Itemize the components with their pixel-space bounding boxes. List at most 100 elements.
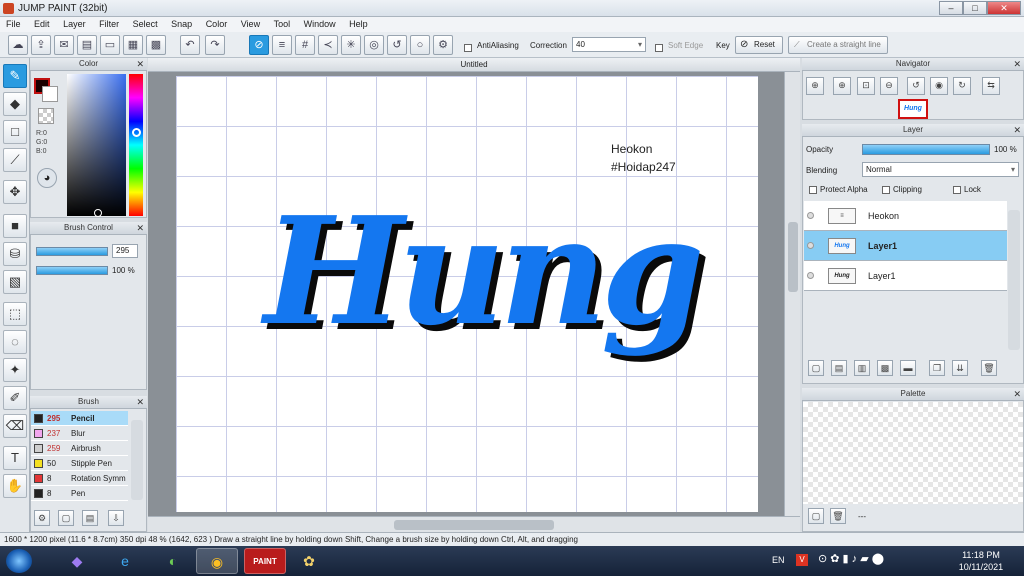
new-palette-icon[interactable]: ▢: [808, 508, 824, 524]
snap-settings-icon[interactable]: ⚙: [433, 35, 453, 55]
protect-alpha-checkbox[interactable]: Protect Alpha: [809, 185, 868, 194]
soft-edge-checkbox[interactable]: [655, 42, 666, 52]
navigator-preview[interactable]: Hung: [898, 99, 928, 119]
snap-parallel-icon[interactable]: ≡: [272, 35, 292, 55]
visual-studio-icon[interactable]: ◆: [56, 548, 98, 574]
bucket-tool-icon[interactable]: ⛁: [3, 242, 27, 266]
flip-horizontal-icon[interactable]: ⇆: [982, 77, 1000, 95]
sv-cursor[interactable]: [94, 209, 102, 217]
fit-view-icon[interactable]: ⊡: [857, 77, 875, 95]
snap-ellipse-icon[interactable]: ○: [410, 35, 430, 55]
transparent-swatch[interactable]: [38, 108, 54, 124]
chrome-icon[interactable]: ◉: [196, 548, 238, 574]
jump-paint-icon[interactable]: PAINT: [244, 548, 286, 574]
brush-list-scrollbar[interactable]: [131, 420, 143, 500]
brush-item-rotation-symm[interactable]: 8 Rotation Symm: [31, 471, 128, 486]
zoom-out-icon[interactable]: ⊖: [880, 77, 898, 95]
brush-item-stipple-pen[interactable]: 50 Stipple Pen: [31, 456, 128, 471]
close-icon[interactable]: ✕: [1013, 58, 1021, 70]
lasso-tool-icon[interactable]: ◌: [3, 330, 27, 354]
new-layer-icon[interactable]: ▢: [808, 360, 824, 376]
line-tool-icon[interactable]: ⟋: [3, 148, 27, 172]
lock-checkbox[interactable]: Lock: [953, 185, 981, 194]
visibility-icon[interactable]: [807, 212, 814, 219]
menu-window[interactable]: Window: [298, 17, 341, 29]
canvas-horizontal-scrollbar[interactable]: [148, 516, 800, 532]
brush-item-blur[interactable]: 237 Blur: [31, 426, 128, 441]
snap-circle-icon[interactable]: ◎: [364, 35, 384, 55]
palette-swatch-area[interactable]: [803, 402, 1023, 504]
brush-item-pen[interactable]: 8 Pen: [31, 486, 128, 501]
new-folder-icon[interactable]: ▬: [900, 360, 916, 376]
menu-layer[interactable]: Layer: [57, 17, 91, 29]
document-icon[interactable]: ▭: [100, 35, 120, 55]
layout-icon[interactable]: ▦: [123, 35, 143, 55]
hand-tool-icon[interactable]: ✋: [3, 474, 27, 498]
close-icon[interactable]: ✕: [1013, 124, 1021, 136]
language-indicator[interactable]: EN: [772, 555, 785, 565]
new-layer-1bit-icon[interactable]: ▥: [854, 360, 870, 376]
correction-dropdown[interactable]: 40 ▾: [572, 37, 646, 52]
duplicate-layer-icon[interactable]: ❐: [929, 360, 945, 376]
redo-icon[interactable]: ↷: [205, 35, 225, 55]
menu-color[interactable]: Color: [200, 17, 233, 29]
color-picker-icon[interactable]: ◕: [37, 168, 57, 188]
snap-off-icon[interactable]: ⊘: [249, 35, 269, 55]
layer-list-scrollbar[interactable]: [1008, 210, 1020, 350]
paint-palette-icon[interactable]: ✿: [288, 548, 330, 574]
layer-row-layer1-selected[interactable]: Hung Layer1: [804, 231, 1007, 261]
text-tool-icon[interactable]: T: [3, 446, 27, 470]
document-tab[interactable]: Untitled: [148, 58, 800, 72]
clipping-checkbox[interactable]: Clipping: [882, 185, 922, 194]
menu-snap[interactable]: Snap: [165, 17, 197, 29]
layer-opacity-slider[interactable]: [862, 144, 990, 155]
menu-edit[interactable]: Edit: [28, 17, 55, 29]
eraser-tool-icon[interactable]: ◆: [3, 92, 27, 116]
saturation-value-picker[interactable]: [67, 74, 126, 216]
move-tool-icon[interactable]: ✥: [3, 180, 27, 204]
grid-settings-icon[interactable]: ▩: [146, 35, 166, 55]
snap-grid-icon[interactable]: #: [295, 35, 315, 55]
comment-icon[interactable]: ✉: [54, 35, 74, 55]
rectangle-tool-icon[interactable]: □: [3, 120, 27, 144]
new-halftone-layer-icon[interactable]: ▩: [877, 360, 893, 376]
rotate-left-icon[interactable]: ↺: [907, 77, 925, 95]
rotate-right-icon[interactable]: ↻: [953, 77, 971, 95]
hue-cursor[interactable]: [132, 128, 141, 137]
coccoc-browser-icon[interactable]: ◐: [152, 548, 194, 574]
brush-tool-icon[interactable]: ✎: [3, 64, 27, 88]
visibility-icon[interactable]: [807, 242, 814, 249]
scroll-thumb[interactable]: [788, 222, 798, 292]
brush-item-airbrush[interactable]: 259 Airbrush: [31, 441, 128, 456]
select-pen-tool-icon[interactable]: ✐: [3, 386, 27, 410]
fill-rect-tool-icon[interactable]: ■: [3, 214, 27, 238]
menu-filter[interactable]: Filter: [93, 17, 124, 29]
cloud-icon[interactable]: ☁: [8, 35, 28, 55]
internet-explorer-icon[interactable]: e: [104, 548, 146, 574]
menu-help[interactable]: Help: [343, 17, 373, 29]
brush-import-icon[interactable]: ⇩: [108, 510, 124, 526]
select-eraser-tool-icon[interactable]: ⌫: [3, 414, 27, 438]
start-button[interactable]: [6, 549, 32, 573]
vietkey-icon[interactable]: V: [796, 554, 808, 566]
canvas-paper[interactable]: Heokon #Hoidap247 Hung: [176, 76, 758, 512]
menu-select[interactable]: Select: [127, 17, 163, 29]
background-color-swatch[interactable]: [42, 86, 58, 102]
brush-item-pencil[interactable]: 295 Pencil: [31, 411, 128, 426]
close-button[interactable]: ✕: [987, 1, 1021, 15]
copy-brush-icon[interactable]: ▤: [82, 510, 98, 526]
gradient-tool-icon[interactable]: ▧: [3, 270, 27, 294]
canvas-vertical-scrollbar[interactable]: [784, 72, 800, 516]
merge-layer-icon[interactable]: ⇊: [952, 360, 968, 376]
undo-icon[interactable]: ↶: [180, 35, 200, 55]
layer-row-heokon[interactable]: ≡ Heokon: [804, 201, 1007, 231]
create-straight-line-button[interactable]: ⟋ Create a straight line: [788, 36, 888, 54]
brush-size-slider[interactable]: [36, 247, 108, 256]
close-icon[interactable]: ✕: [1013, 388, 1021, 400]
close-icon[interactable]: ✕: [136, 58, 144, 70]
tray-icons[interactable]: ⊙ ✿ ▮ ♪ ▰ ⬤: [818, 552, 884, 565]
brush-opacity-slider[interactable]: [36, 266, 108, 275]
select-rect-tool-icon[interactable]: ⬚: [3, 302, 27, 326]
delete-palette-icon[interactable]: 🗑: [830, 508, 846, 524]
snap-perspective-icon[interactable]: ≺: [318, 35, 338, 55]
